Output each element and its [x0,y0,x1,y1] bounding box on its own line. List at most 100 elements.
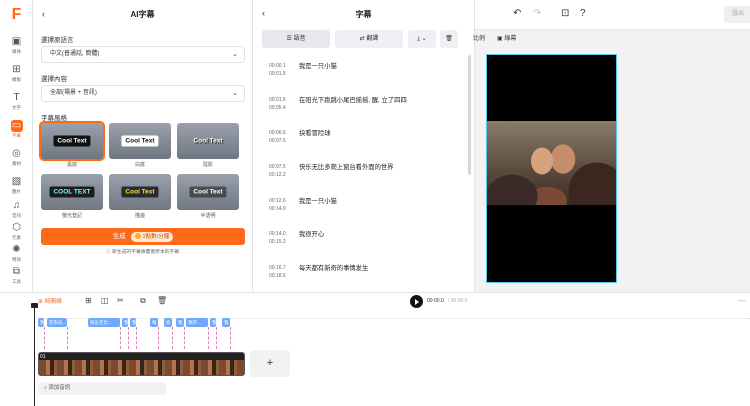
ai-subtitle-panel: ‹ AI字幕 選擇原語言 中文(普通話, 簡體) ⌄ 選擇內容 全部(場景 + … [33,0,253,292]
subtitle-row[interactable]: 00:01.5 00:05.4 在阳光下跑跳小尾巴摇摇, 醒, 立了四四 [269,96,460,122]
subtitle-chip[interactable]: 在阳光... [47,318,67,327]
rail-item-media[interactable]: ▣ 媒体 [0,36,33,58]
subtitle-marker [216,327,217,349]
rail-item-template[interactable]: ⊞ 模板 [0,64,33,86]
tab-speech[interactable]: ☰ 語音 [262,30,330,48]
subtitle-chip[interactable]: 我 [38,318,44,327]
subtitle-toolbar: ☰ 語音 ⇄ 翻譯 ⤓ ⌄ 🗑 [262,30,465,48]
subtitle-row[interactable]: 00:16.7 00:18.6 每天都有新奇的事情发生 [269,264,460,290]
zoom-icon[interactable]: — [738,296,746,305]
preview-toolbar: ↶ ↷ ⊡ ? 匯出 [475,0,750,30]
timeline-toolbar: ⊕ 時間線 ⊞ ◫ ✂ ⧉ 🗑 00:00.0 / 00:05.0 — [0,293,750,309]
content-select[interactable]: 全部(場景 + 音訊) ⌄ [41,85,245,102]
style-name: 螢光登記 [61,213,82,219]
rail-item-text[interactable]: T 文字 [0,92,33,114]
video-clip[interactable]: 01 [38,352,245,376]
subtitle-chip[interactable]: 快乐无比... [88,318,120,327]
subtitle-text[interactable]: 我是一只小猫 [299,62,419,71]
subtitle-marker [128,327,129,349]
subtitle-marker [67,327,68,349]
tab-translate[interactable]: ⇄ 翻譯 [335,30,403,48]
rail-item-tools[interactable]: ⧉ 工具 [0,266,33,288]
video-frame [487,121,616,205]
shapes-icon: ⬡ [12,222,21,233]
generate-button[interactable]: 生成 2點數/分鐘 [41,228,245,245]
subtitle-row[interactable]: 00:07.5 00:12.2 快乐无比多爬上窗台看外面的世界 [269,163,460,189]
style-card-neon[interactable]: COOL TEXT [41,174,103,210]
chevron-down-icon: ⌄ [232,90,238,97]
add-track-icon[interactable]: ⊞ [85,296,92,305]
duplicate-icon[interactable]: ⧉ [140,296,146,306]
rail-item-image[interactable]: ▧ 圖片 [0,176,33,198]
subtitle-chip[interactable]: 我开... [186,318,208,327]
download-button[interactable]: ⤓ ⌄ [408,30,436,48]
delete-button[interactable]: 🗑 [440,30,458,48]
subtitle-time: 00:14.0 00:15.2 [269,231,286,245]
panel-title: AI字幕 [130,10,155,19]
language-select[interactable]: 中文(普通話, 簡體) ⌄ [41,46,245,63]
style-sample: Cool Text [121,135,159,147]
subtitle-marker [172,327,173,349]
style-sample: Cool Text [193,137,223,145]
clip-thumbnails [39,360,244,375]
split-icon[interactable]: ◫ [101,296,109,305]
subtitle-chip[interactable]: 我 [130,318,136,327]
subtitle-text[interactable]: 抉看冒险球 [299,129,419,138]
style-card-white[interactable]: Cool Text [109,123,171,159]
rail-item-effects[interactable]: ✺ 特效 [0,244,33,266]
subtitle-row[interactable]: 00:14.0 00:15.2 我很开心 [269,230,460,256]
screenshot-icon[interactable]: ⊡ [561,8,569,19]
language-label: 選擇原語言 [41,37,74,44]
subtitle-chip[interactable]: 我 [122,318,128,327]
timeline-toggle[interactable]: ⊕ 時間線 [38,296,62,305]
subtitle-chip[interactable]: 我 [176,318,184,327]
rail-item-subtitle[interactable]: ▭ 字幕 [0,120,33,142]
rail-item-shapes[interactable]: ⬡ 元素 [0,222,33,244]
playhead[interactable] [34,306,35,406]
add-audio-button[interactable]: ♪ 添加音訊 [38,382,166,395]
rail-item-label: 字幕 [12,133,21,138]
help-icon[interactable]: ? [580,8,586,19]
subtitle-chip[interactable]: 我 [222,318,230,327]
style-name: 半透明 [200,213,216,219]
rail-item-label: 模板 [12,77,21,82]
ratio-tab[interactable]: 比例 [473,33,485,42]
subtitle-row[interactable]: 00:06.6 00:07.5 抉看冒险球 [269,129,460,155]
play-button[interactable] [410,295,423,308]
subtitle-chip[interactable]: 我 [210,318,216,327]
subtitle-time: 00:07.5 00:12.2 [269,164,286,178]
image-icon: ▧ [11,176,22,187]
subtitle-text[interactable]: 我是一只小猫 [299,197,419,206]
add-clip-button[interactable]: + [250,350,290,377]
subtitle-row[interactable]: 00:12.6 00:14.0 我是一只小猫 [269,197,460,223]
subtitle-chip[interactable]: 每 [150,318,158,327]
subtitle-chip[interactable]: 抉 [164,318,172,327]
effects-icon: ✺ [12,244,21,255]
trash-icon: 🗑 [445,36,453,42]
rail-item-label: 工具 [12,279,21,284]
subtitle-list-panel: ‹ 字幕 ☰ 語音 ⇄ 翻譯 ⤓ ⌄ 🗑 00:00.1 00:01.5 我是一只小… [253,0,475,292]
video-canvas[interactable] [486,54,617,283]
scissors-icon[interactable]: ✂ [117,296,124,305]
rail-item-label: 圖片 [12,189,21,194]
style-card-semi[interactable]: Cool Text [177,174,239,210]
rail-item-element[interactable]: ◎ 素材 [0,148,33,170]
subtitle-text[interactable]: 在阳光下跑跳小尾巴摇摇, 醒, 立了四四 [299,96,419,105]
style-card-black[interactable]: Cool Text [39,121,105,161]
subtitle-time: 00:12.6 00:14.0 [269,198,286,212]
style-card-shadow[interactable]: Cool Text [177,123,239,159]
trash-icon[interactable]: 🗑 [157,296,167,305]
greenscreen-tab[interactable]: ▣ 綠幕 [497,33,516,42]
style-card-yellow[interactable]: Cool Text [109,174,171,210]
scrollbar[interactable] [468,55,471,175]
export-button[interactable]: 匯出 [724,6,750,23]
subtitle-text[interactable]: 快乐无比多爬上窗台看外面的世界 [299,163,419,172]
redo-icon[interactable]: ↷ [533,8,541,19]
rail-item-label: 音訊 [12,213,21,218]
subtitle-row[interactable]: 00:00.1 00:01.5 我是一只小猫 [269,62,460,88]
subtitle-text[interactable]: 每天都有新奇的事情发生 [299,264,419,273]
subtitle-text[interactable]: 我很开心 [299,230,419,239]
music-icon: ♫ [12,200,21,211]
undo-icon[interactable]: ↶ [513,8,521,19]
rail-item-music[interactable]: ♫ 音訊 [0,200,33,222]
